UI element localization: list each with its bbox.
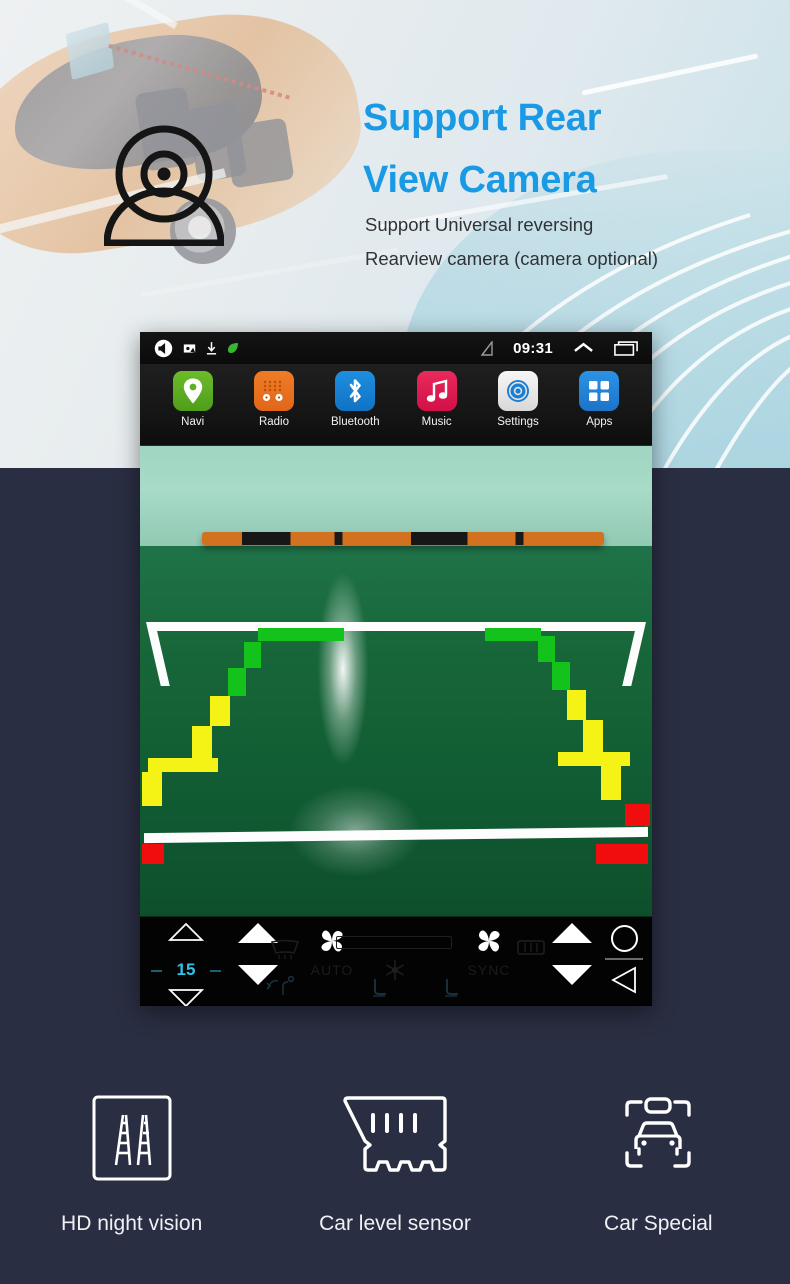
- system-nav-buttons: [598, 925, 650, 999]
- seat-heater-icon: [266, 975, 295, 995]
- feature-car-special: Car Special: [538, 1090, 778, 1236]
- feature-label: HD night vision: [61, 1212, 203, 1235]
- volume-icon[interactable]: [154, 339, 173, 358]
- volume-control[interactable]: [540, 923, 604, 985]
- app-navi[interactable]: Navi: [156, 371, 230, 428]
- chevron-up-icon[interactable]: [573, 341, 594, 355]
- recents-icon[interactable]: [614, 340, 638, 356]
- temp-down-icon[interactable]: [154, 988, 218, 1006]
- guide-segment-red: [142, 844, 164, 864]
- guide-segment-yellow: [142, 772, 162, 806]
- temperature-value: 15: [151, 960, 221, 980]
- guide-segment-yellow: [148, 758, 218, 772]
- feature-label: Car Special: [604, 1212, 713, 1235]
- guide-segment-yellow: [210, 696, 230, 726]
- app-music[interactable]: Music: [400, 371, 474, 428]
- guide-segment-green: [228, 668, 246, 696]
- download-icon[interactable]: [206, 341, 217, 355]
- app-label: Music: [421, 416, 452, 428]
- green-floor: [140, 546, 652, 916]
- leaf-icon[interactable]: [227, 342, 239, 354]
- back-triangle-icon[interactable]: [598, 966, 650, 999]
- app-label: Apps: [586, 416, 613, 428]
- defrost-rear-icon-button[interactable]: [260, 975, 310, 1004]
- seat-heater-icon: [445, 979, 458, 997]
- page-subtitle: Support Universal reversing Rearview cam…: [365, 208, 785, 276]
- temperature-control[interactable]: 15: [151, 922, 221, 1006]
- parking-line-top: [148, 622, 644, 631]
- menu-line-icon[interactable]: [605, 958, 643, 960]
- guide-segment-green: [485, 628, 541, 641]
- car-fit-icon: [538, 1090, 778, 1186]
- status-clock: 09:31: [513, 339, 553, 357]
- app-bluetooth[interactable]: Bluetooth: [318, 371, 392, 428]
- headline-line-1: Support Rear: [363, 97, 602, 139]
- bluetooth-icon: [335, 371, 376, 411]
- feature-car-level-sensor: Car level sensor: [275, 1090, 515, 1236]
- screenshot-icon[interactable]: [183, 342, 196, 355]
- seat-heater-icon: [373, 979, 386, 997]
- gear-icon: [497, 371, 538, 411]
- seat-heater-right-button[interactable]: [430, 977, 470, 1004]
- app-label: Radio: [258, 416, 290, 428]
- guide-segment-green: [538, 636, 555, 662]
- feature-list: HD night vision Car level sensor Car Spe…: [0, 1060, 790, 1284]
- app-settings[interactable]: Settings: [481, 371, 555, 428]
- feature-hd-night-vision: HD night vision: [12, 1090, 252, 1236]
- guide-segment-yellow: [192, 726, 212, 758]
- home-circle-icon[interactable]: [610, 925, 638, 952]
- subtitle-line-2: Rearview camera (camera optional): [365, 248, 659, 270]
- temp-up-icon[interactable]: [168, 922, 204, 941]
- status-bar: 09:31: [140, 332, 652, 364]
- calibration-pole: [202, 532, 604, 545]
- parking-sensor-icon: [275, 1090, 515, 1186]
- guide-segment-yellow: [567, 690, 586, 720]
- guide-segment-yellow: [558, 752, 630, 766]
- subtitle-line-1: Support Universal reversing: [365, 214, 594, 235]
- app-radio[interactable]: Radio: [237, 371, 311, 428]
- fan-speed-slider[interactable]: [336, 936, 452, 949]
- page-title: Support Rear View Camera: [363, 88, 783, 211]
- guide-segment-yellow: [583, 720, 603, 752]
- volume-down-icon[interactable]: [552, 965, 592, 985]
- radio-icon: [253, 371, 294, 411]
- auto-button[interactable]: AUTO: [295, 927, 369, 978]
- map-pin-icon: [172, 371, 213, 411]
- grid-icon: [579, 371, 620, 411]
- volume-up-icon[interactable]: [552, 923, 592, 943]
- guide-segment-green: [552, 662, 570, 690]
- car-head-unit: 09:31 Navi Radio Bluetooth Music Setting…: [140, 332, 652, 1006]
- night-vision-guide-lines-icon: [12, 1090, 252, 1186]
- webcam-icon: [103, 122, 225, 247]
- app-apps[interactable]: Apps: [562, 371, 636, 428]
- no-signal-icon: [481, 340, 493, 356]
- music-note-icon: [416, 371, 457, 411]
- app-label: Settings: [497, 416, 539, 428]
- seat-heater-left-button[interactable]: [358, 977, 398, 1004]
- promo-page: Support Rear View Camera Support Univers…: [0, 0, 790, 1284]
- guide-segment-yellow: [601, 766, 621, 800]
- app-launcher: Navi Radio Bluetooth Music Settings Apps: [140, 364, 652, 446]
- climate-control-bar: 15 AUTO SYNC: [140, 916, 652, 1006]
- guide-segment-green: [258, 628, 344, 641]
- app-label: Bluetooth: [331, 416, 380, 428]
- guide-segment-red: [596, 844, 648, 864]
- headline-line-2: View Camera: [363, 158, 597, 201]
- feature-label: Car level sensor: [319, 1212, 471, 1235]
- sync-label: SYNC: [467, 962, 511, 978]
- guide-segment-green: [244, 642, 261, 668]
- app-label: Navi: [181, 416, 205, 428]
- rear-camera-view[interactable]: [140, 446, 652, 916]
- guide-segment-red: [625, 804, 650, 826]
- fan-icon: [478, 930, 500, 952]
